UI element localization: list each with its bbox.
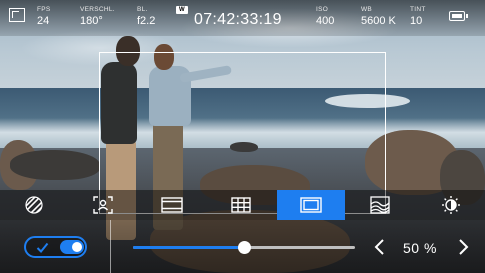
slider-handle[interactable]: [238, 241, 251, 254]
rock: [10, 150, 100, 180]
wb-label: WB: [361, 6, 373, 13]
status-bar: FPS 24 VERSCHL. 180° BL. f2.2 W 07:42:33…: [0, 0, 485, 36]
grid-icon: [231, 197, 251, 213]
fps-readout[interactable]: FPS 24: [37, 6, 51, 28]
toggle-knob: [72, 242, 82, 252]
tint-label: TINT: [410, 6, 426, 13]
grid-button[interactable]: [207, 190, 275, 220]
iso-value: 400: [316, 15, 335, 27]
iris-value: f2.2: [137, 15, 156, 27]
fps-label: FPS: [37, 6, 51, 13]
monitoring-toolbar: [0, 190, 485, 220]
chevron-left-icon[interactable]: [373, 238, 387, 256]
false-color-icon: [370, 196, 390, 214]
safe-area-button[interactable]: [277, 190, 345, 220]
shutter-label: VERSCHL.: [80, 6, 115, 13]
iso-label: ISO: [316, 6, 329, 13]
zoom-value: 50 %: [403, 240, 437, 256]
overlay-enable-toggle[interactable]: [24, 236, 87, 258]
focus-assist-button[interactable]: [69, 190, 137, 220]
tint-readout[interactable]: TINT 10: [410, 6, 426, 28]
chevron-right-icon[interactable]: [456, 238, 470, 256]
iris-readout[interactable]: BL. f2.2: [137, 6, 155, 28]
tint-value: 10: [410, 15, 423, 27]
safe-area-icon: [300, 197, 322, 213]
frame-lines-button[interactable]: [138, 190, 206, 220]
timecode: 07:42:33:19: [194, 11, 282, 28]
shutter-value: 180°: [80, 15, 103, 27]
false-color-button[interactable]: [346, 190, 414, 220]
focus-assist-icon: [93, 196, 113, 214]
iris-label: BL.: [137, 6, 148, 13]
camera-mode-icon[interactable]: [9, 8, 25, 22]
slider-fill: [133, 246, 244, 249]
shutter-readout[interactable]: VERSCHL. 180°: [80, 6, 115, 28]
iso-readout[interactable]: ISO 400: [316, 6, 334, 28]
bar-divider: [110, 220, 111, 273]
opacity-slider[interactable]: [133, 241, 355, 254]
checkmark-icon: [36, 242, 49, 253]
toggle-switch[interactable]: [60, 240, 84, 254]
battery-icon: [449, 11, 468, 21]
wb-readout[interactable]: WB 5600 K: [361, 6, 396, 28]
frame-lines-icon: [161, 197, 183, 213]
wb-value: 5600 K: [361, 15, 396, 27]
zebra-button[interactable]: [0, 190, 68, 220]
zebra-icon: [25, 196, 43, 214]
lens-badge: W: [176, 6, 188, 14]
exposure-icon: [442, 196, 460, 214]
fps-value: 24: [37, 15, 50, 27]
exposure-button[interactable]: [417, 190, 485, 220]
